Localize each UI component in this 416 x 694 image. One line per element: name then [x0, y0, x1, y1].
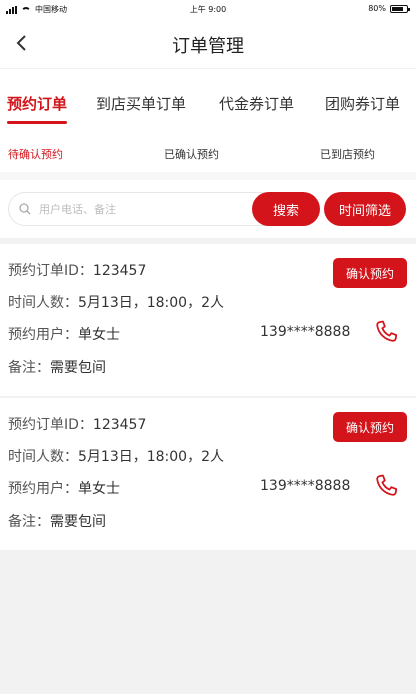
order-id-label: 预约订单ID： [8, 417, 93, 433]
user-row: 预约用户：单女士 [8, 324, 120, 344]
time-party-value: 5月13日，18:00，2人 [78, 449, 224, 465]
active-tab-indicator [7, 121, 67, 124]
status-right: 80% [368, 4, 410, 13]
order-card: 预约订单ID：123457 确认预约 时间人数：5月13日，18:00，2人 预… [0, 398, 416, 550]
page-title: 订单管理 [172, 36, 244, 57]
time-party-value: 5月13日，18:00，2人 [78, 295, 224, 311]
order-id-row: 预约订单ID：123457 [8, 414, 146, 434]
user-label: 预约用户： [8, 481, 78, 497]
search-row: 搜索 时间筛选 [0, 172, 416, 238]
order-id-value: 123457 [92, 263, 147, 279]
order-id-label: 预约订单ID： [8, 263, 93, 279]
subtab-pending[interactable]: 待确认预约 [8, 146, 63, 162]
time-party-row: 时间人数：5月13日，18:00，2人 [8, 446, 224, 466]
phone-icon[interactable] [372, 318, 400, 346]
tab-in-store-payment-orders[interactable]: 到店买单订单 [96, 93, 186, 114]
order-id-row: 预约订单ID：123457 [8, 260, 146, 280]
confirm-reservation-button[interactable]: 确认预约 [333, 412, 407, 442]
tab-group-buy-orders[interactable]: 团购券订单 [325, 93, 400, 114]
status-bar: 中国移动 上午 9:00 80% [0, 0, 416, 18]
user-name: 单女士 [78, 481, 120, 497]
reservation-status-tabs: 待确认预约 已确认预约 已到店预约 [0, 134, 416, 172]
user-name: 单女士 [78, 327, 120, 343]
note-value: 需要包间 [50, 360, 106, 376]
note-value: 需要包间 [50, 514, 106, 530]
note-label: 备注： [8, 514, 50, 530]
tab-voucher-orders[interactable]: 代金券订单 [219, 93, 294, 114]
time-party-label: 时间人数： [8, 295, 78, 311]
note-label: 备注： [8, 360, 50, 376]
user-phone: 139****8888 [260, 324, 351, 340]
user-row: 预约用户：单女士 [8, 478, 120, 498]
order-card: 预约订单ID：123457 确认预约 时间人数：5月13日，18:00，2人 预… [0, 244, 416, 396]
note-row: 备注：需要包间 [8, 357, 106, 377]
time-party-label: 时间人数： [8, 449, 78, 465]
user-phone: 139****8888 [260, 478, 351, 494]
time-filter-button[interactable]: 时间筛选 [324, 192, 406, 226]
order-type-tabs: 预约订单 到店买单订单 代金券订单 团购券订单 [0, 68, 416, 134]
battery-percent: 80% [368, 4, 386, 13]
search-icon [19, 203, 31, 215]
order-id-value: 123457 [92, 417, 147, 433]
subtab-confirmed[interactable]: 已确认预约 [164, 146, 219, 162]
phone-icon[interactable] [372, 472, 400, 500]
search-input[interactable] [39, 202, 239, 216]
time-party-row: 时间人数：5月13日，18:00，2人 [8, 292, 224, 312]
user-label: 预约用户： [8, 327, 78, 343]
battery-icon [390, 4, 410, 13]
status-time: 上午 9:00 [189, 5, 227, 14]
tab-reservation-orders[interactable]: 预约订单 [7, 93, 67, 114]
note-row: 备注：需要包间 [8, 511, 106, 531]
nav-bar: 订单管理 [0, 18, 416, 68]
search-button[interactable]: 搜索 [252, 192, 320, 226]
confirm-reservation-button[interactable]: 确认预约 [333, 258, 407, 288]
subtab-arrived[interactable]: 已到店预约 [320, 146, 375, 162]
